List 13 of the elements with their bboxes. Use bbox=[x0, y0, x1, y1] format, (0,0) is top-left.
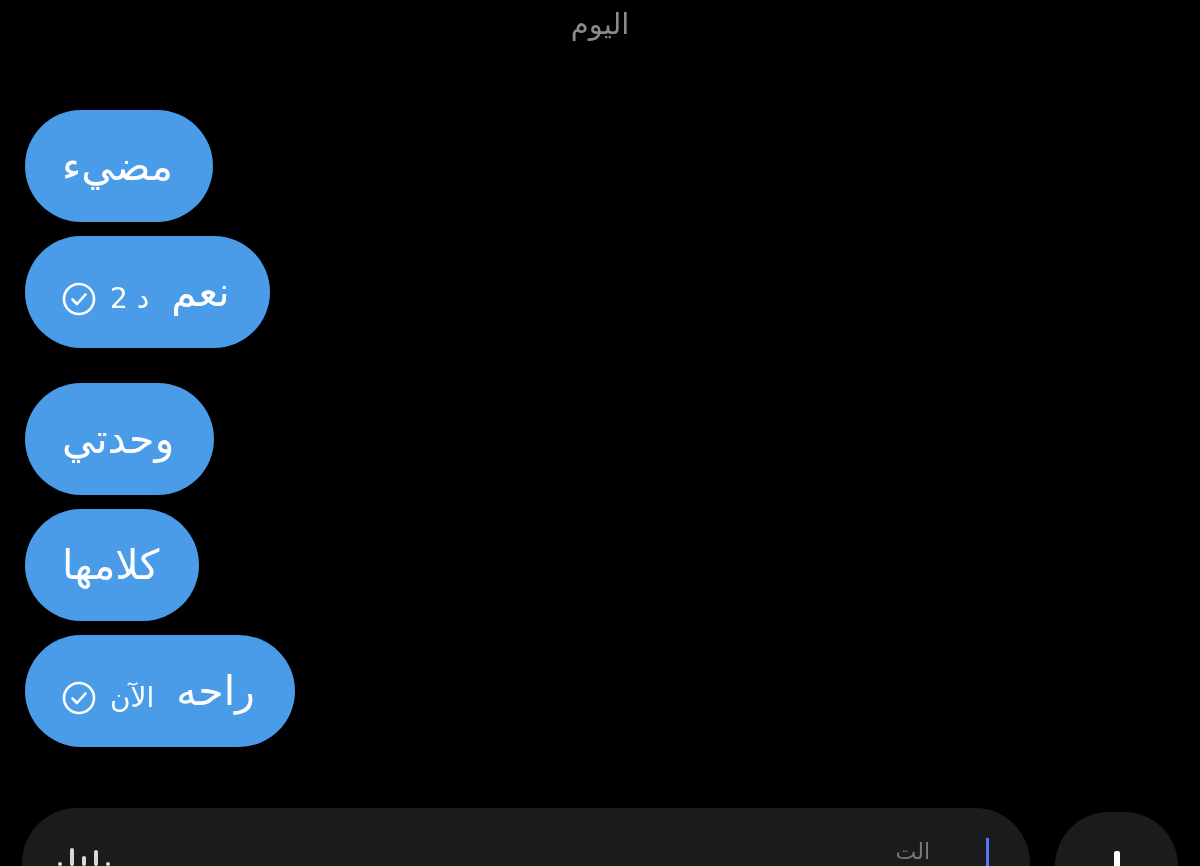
message-text: مضيء bbox=[62, 141, 173, 192]
message-time: الآن bbox=[110, 680, 155, 716]
message-field[interactable]: الت bbox=[22, 808, 1030, 866]
text-cursor-icon bbox=[986, 838, 989, 866]
message-text: وحدتي bbox=[62, 414, 175, 465]
vertical-bar-icon bbox=[1113, 851, 1120, 866]
date-label: اليوم bbox=[570, 6, 630, 43]
message-text: كلامها bbox=[62, 540, 160, 591]
waveform-icon[interactable] bbox=[58, 848, 110, 866]
message-input[interactable]: الت bbox=[110, 836, 986, 866]
message-time: د 2 bbox=[110, 281, 150, 317]
message-text: راحه bbox=[176, 666, 255, 717]
message-text: نعم bbox=[171, 267, 230, 318]
